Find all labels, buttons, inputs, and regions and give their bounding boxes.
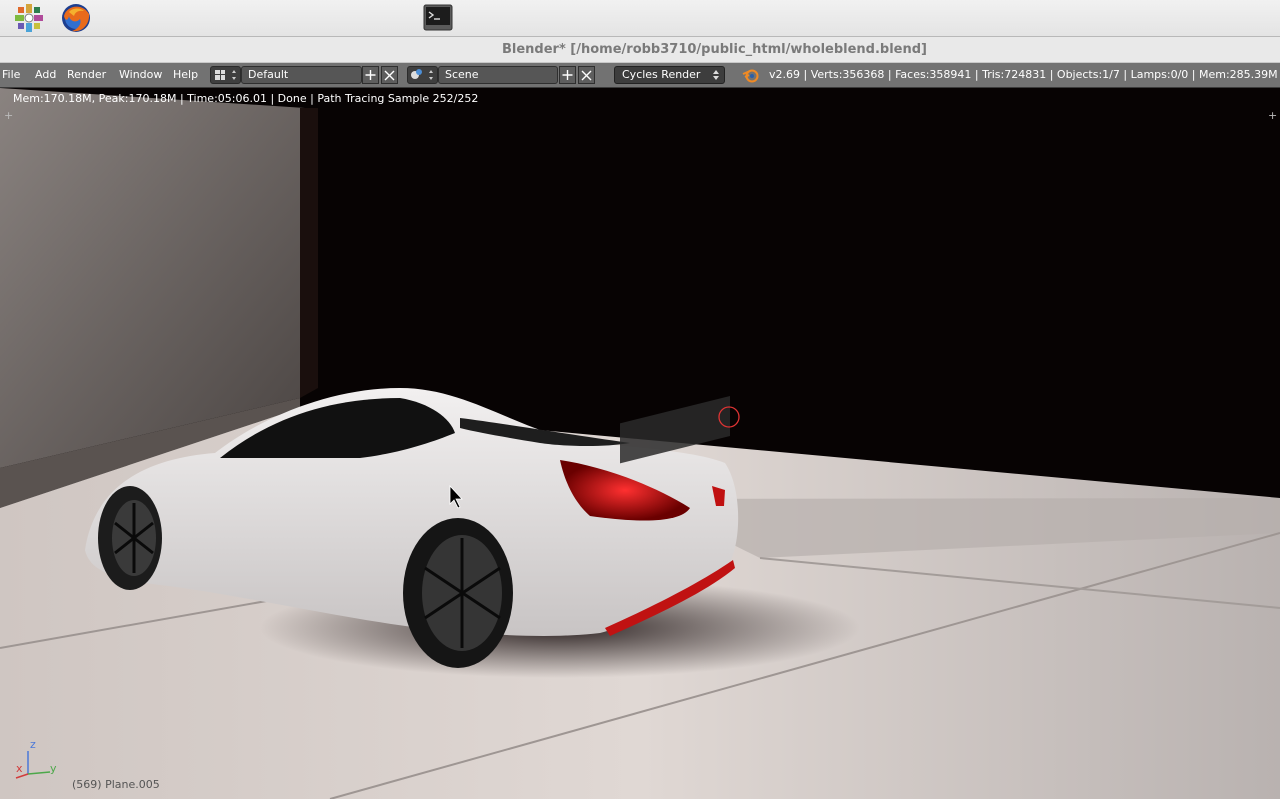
plus-icon xyxy=(562,70,573,80)
delete-layout-button[interactable] xyxy=(381,66,398,84)
taskbar xyxy=(0,0,1280,37)
info-header: File Add Render Window Help Default Scen… xyxy=(0,63,1280,88)
layout-name-field[interactable]: Default xyxy=(241,66,362,84)
axis-z-label: z xyxy=(30,738,36,751)
menu-help[interactable]: Help xyxy=(173,63,198,87)
scene-icon xyxy=(411,69,433,80)
render-info-text: Mem:170.18M, Peak:170.18M | Time:05:06.0… xyxy=(13,92,479,105)
rendered-scene: + + xyxy=(0,88,1280,799)
svg-text:+: + xyxy=(1268,109,1277,122)
menu-file[interactable]: File xyxy=(2,63,20,87)
updown-arrows-icon xyxy=(713,70,719,80)
scene-dropdown[interactable] xyxy=(407,66,438,84)
screen-layout-dropdown[interactable] xyxy=(210,66,241,84)
close-icon xyxy=(384,70,395,81)
layout-grid-icon xyxy=(215,70,236,80)
svg-text:+: + xyxy=(4,109,13,122)
render-engine-dropdown[interactable]: Cycles Render xyxy=(614,66,725,84)
add-layout-button[interactable] xyxy=(362,66,379,84)
applications-menu-icon[interactable] xyxy=(13,2,45,34)
axis-y-label: y xyxy=(50,762,57,775)
terminal-icon[interactable] xyxy=(422,2,454,34)
blender-logo-icon xyxy=(742,69,759,83)
window-titlebar: Blender* [/home/robb3710/public_html/who… xyxy=(0,37,1280,63)
active-object-label: (569) Plane.005 xyxy=(72,778,160,791)
add-scene-button[interactable] xyxy=(559,66,576,84)
axis-x-label: x xyxy=(16,762,23,775)
render-engine-label: Cycles Render xyxy=(622,68,701,81)
menu-render[interactable]: Render xyxy=(67,63,106,87)
scene-statistics: v2.69 | Verts:356368 | Faces:358941 | Tr… xyxy=(769,68,1280,81)
menu-window[interactable]: Window xyxy=(119,63,162,87)
window-title: Blender* [/home/robb3710/public_html/who… xyxy=(502,42,927,57)
delete-scene-button[interactable] xyxy=(578,66,595,84)
close-icon xyxy=(581,70,592,81)
3d-viewport[interactable]: + + Mem:170.18M, Peak:170.18M | Time:05:… xyxy=(0,88,1280,799)
menu-add[interactable]: Add xyxy=(35,63,56,87)
plus-icon xyxy=(365,70,376,80)
firefox-icon[interactable] xyxy=(60,2,92,34)
scene-name-field[interactable]: Scene xyxy=(438,66,558,84)
